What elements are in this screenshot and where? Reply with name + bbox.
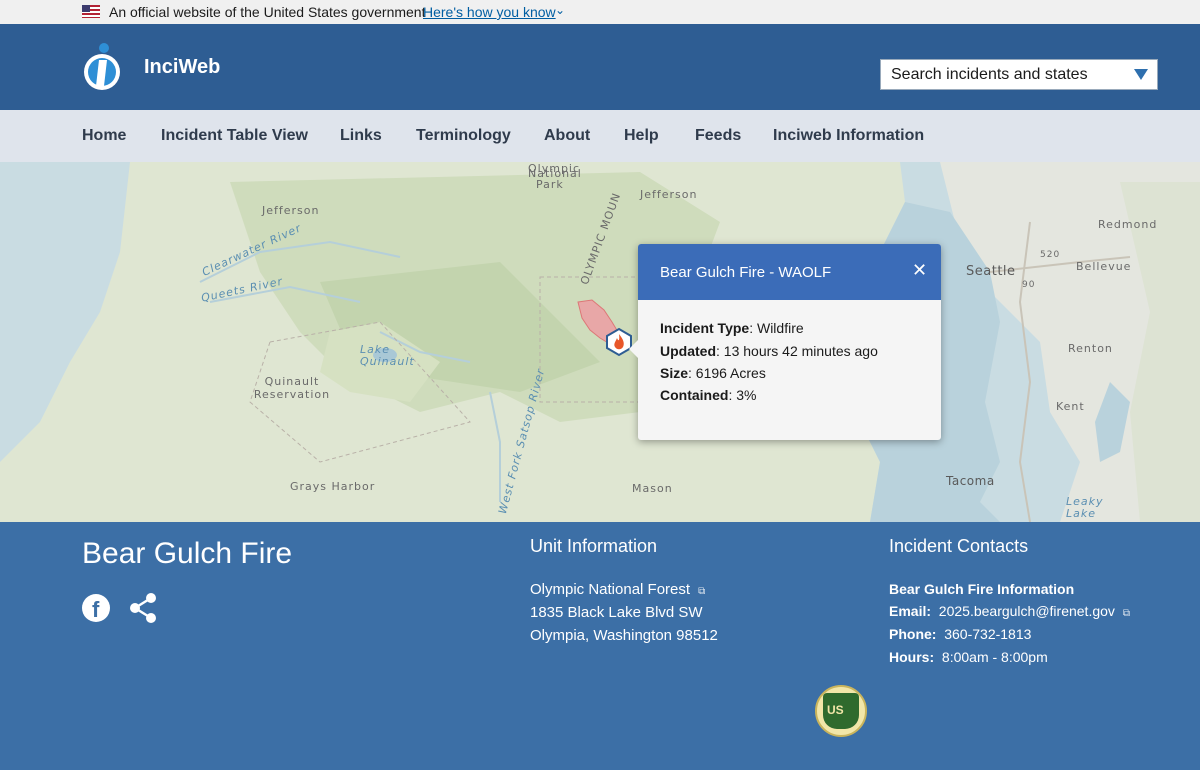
map-label-bellevue: Bellevue: [1076, 260, 1132, 273]
share-icon[interactable]: [128, 592, 158, 624]
facebook-icon[interactable]: f: [82, 594, 110, 622]
site-brand[interactable]: InciWeb: [144, 56, 220, 79]
incident-type-value: : Wildfire: [749, 320, 804, 336]
map-label-tacoma: Tacoma: [946, 474, 995, 488]
nav-links[interactable]: Links: [340, 127, 382, 145]
incident-type-label: Incident Type: [660, 320, 750, 336]
contained-label: Contained: [660, 387, 729, 403]
gov-banner-text: An official website of the United States…: [109, 4, 426, 20]
unit-name[interactable]: Olympic National Forest: [530, 581, 690, 598]
search-placeholder: Search incidents and states: [891, 66, 1088, 83]
map-label-seattle: Seattle: [966, 264, 1016, 279]
close-icon[interactable]: ✕: [912, 260, 927, 281]
contained-value: : 3%: [728, 387, 757, 403]
external-link-icon: ⧉: [698, 586, 706, 597]
popup-header: Bear Gulch Fire - WAOLF ✕: [638, 244, 941, 300]
forest-service-seal-icon: US: [815, 685, 867, 737]
chevron-down-icon[interactable]: ⌄: [555, 3, 565, 17]
us-flag-icon: [82, 5, 100, 18]
dropdown-arrow-icon[interactable]: [1134, 69, 1148, 80]
incident-title: Bear Gulch Fire: [82, 537, 293, 570]
gov-banner-link[interactable]: Here's how you know: [423, 4, 556, 20]
incident-contacts-title: Incident Contacts: [889, 536, 1029, 556]
map-label-kent: Kent: [1056, 400, 1085, 413]
nav-terminology[interactable]: Terminology: [416, 127, 511, 145]
incident-map[interactable]: Jefferson Jefferson Olympic National Par…: [0, 162, 1200, 522]
unit-city: Olympia, Washington 98512: [530, 627, 718, 644]
map-label-grays-harbor: Grays Harbor: [290, 480, 376, 493]
email-label: Email:: [889, 603, 932, 619]
map-label-highway-90: 90: [1022, 280, 1036, 290]
nav-feeds[interactable]: Feeds: [695, 127, 741, 145]
updated-value: : 13 hours 42 minutes ago: [716, 343, 878, 359]
popup-updated: Updated: 13 hours 42 minutes ago: [660, 343, 878, 359]
incident-popup: Bear Gulch Fire - WAOLF ✕ Incident Type:…: [629, 244, 941, 440]
map-label-mason: Mason: [632, 482, 673, 495]
phone-label: Phone:: [889, 626, 937, 642]
size-label: Size: [660, 365, 689, 381]
external-link-icon: ⧉: [1122, 608, 1131, 619]
map-label-jefferson-east: Jefferson: [640, 188, 698, 201]
seal-text: US: [827, 703, 844, 717]
map-label-redmond: Redmond: [1098, 218, 1158, 231]
search-input[interactable]: Search incidents and states: [880, 59, 1158, 90]
hours-label: Hours:: [889, 649, 935, 665]
inciweb-logo-icon[interactable]: [82, 42, 122, 92]
main-nav: Home Incident Table View Links Terminolo…: [0, 110, 1200, 162]
map-label-quinault-reservation: Quinault Reservation: [253, 375, 331, 401]
contact-hours: Hours: 8:00am - 8:00pm: [889, 649, 1048, 665]
email-value[interactable]: 2025.beargulch@firenet.gov: [939, 603, 1115, 619]
nav-home[interactable]: Home: [82, 127, 126, 145]
site-header: InciWeb Search incidents and states: [0, 24, 1200, 110]
map-label-lake-quinault: Lake Quinault: [360, 343, 415, 368]
map-label-leaky-lake: Leaky Lake: [1066, 495, 1104, 520]
nav-incident-table-view[interactable]: Incident Table View: [161, 127, 308, 145]
nav-inciweb-information[interactable]: Inciweb Information: [773, 127, 924, 145]
popup-title[interactable]: Bear Gulch Fire - WAOLF: [660, 264, 831, 281]
map-label-highway-520: 520: [1040, 250, 1061, 260]
unit-address: 1835 Black Lake Blvd SW: [530, 604, 703, 621]
popup-contained: Contained: 3%: [660, 387, 756, 403]
updated-label: Updated: [660, 343, 716, 359]
map-label-park: Park: [536, 178, 564, 191]
contact-email: Email: 2025.beargulch@firenet.gov ⧉: [889, 603, 1130, 619]
unit-information-title: Unit Information: [530, 536, 658, 556]
unit-name-link[interactable]: Olympic National Forest ⧉: [530, 581, 705, 598]
gov-banner: An official website of the United States…: [0, 0, 1200, 24]
popup-incident-type: Incident Type: Wildfire: [660, 320, 804, 336]
seal-shield: US: [823, 693, 859, 729]
nav-help[interactable]: Help: [624, 127, 659, 145]
phone-value[interactable]: 360-732-1813: [944, 626, 1031, 642]
nav-about[interactable]: About: [544, 127, 590, 145]
map-background: [0, 162, 1200, 522]
map-label-renton: Renton: [1068, 342, 1113, 355]
contact-name: Bear Gulch Fire Information: [889, 581, 1075, 597]
popup-pointer: [629, 340, 638, 358]
popup-size: Size: 6196 Acres: [660, 365, 766, 381]
map-label-jefferson-west: Jefferson: [262, 204, 320, 217]
contact-phone: Phone: 360-732-1813: [889, 626, 1031, 642]
hours-value: 8:00am - 8:00pm: [941, 649, 1048, 665]
size-value: : 6196 Acres: [688, 365, 766, 381]
